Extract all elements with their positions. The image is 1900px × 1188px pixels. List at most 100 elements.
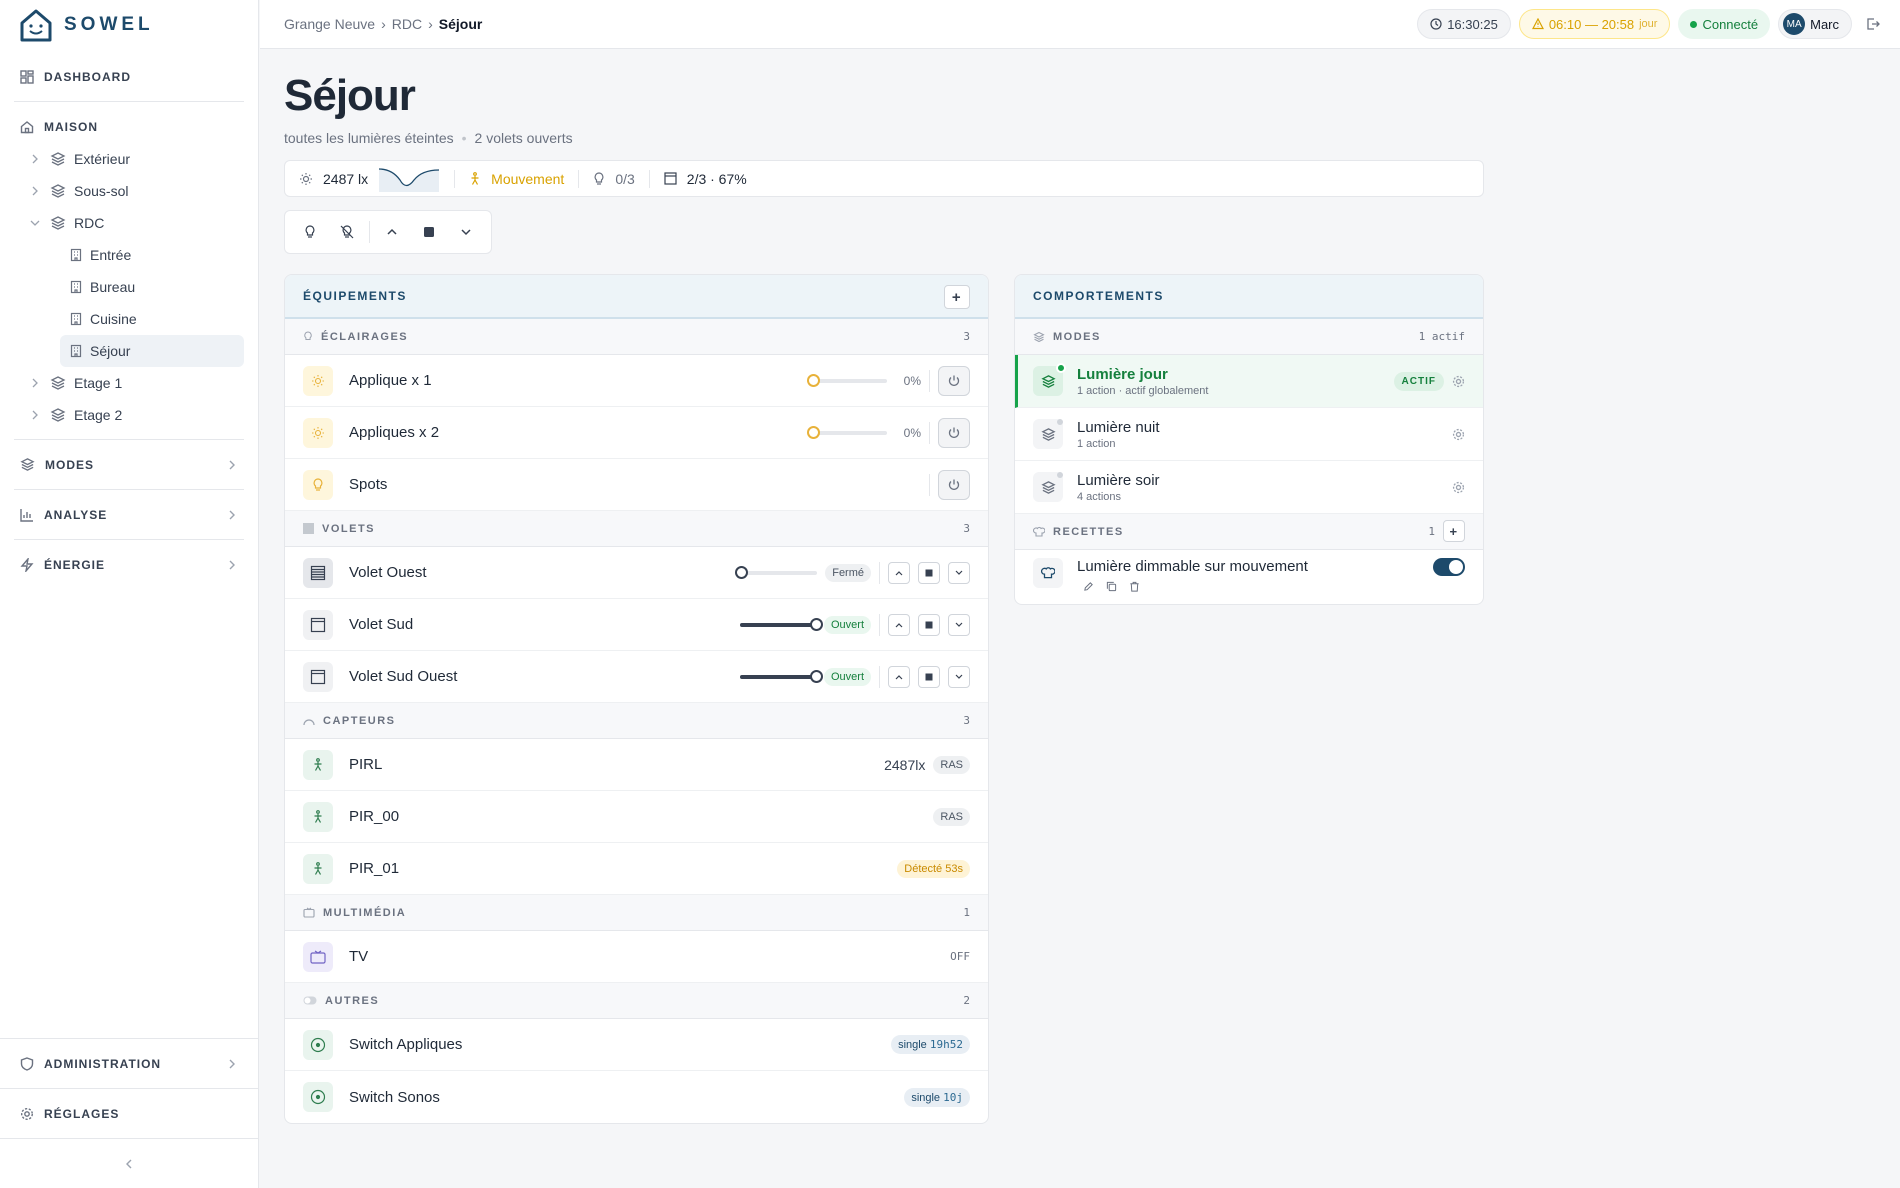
- sidebar-tree-item[interactable]: Séjour: [60, 335, 244, 367]
- add-equipment-button[interactable]: +: [944, 285, 970, 309]
- chevron-down-icon[interactable]: [28, 219, 42, 227]
- breadcrumb-item[interactable]: Grange Neuve: [284, 16, 375, 32]
- slider-knob[interactable]: [809, 669, 823, 683]
- chevron-right-icon[interactable]: [28, 154, 42, 164]
- light-row[interactable]: Applique x 1 0%: [285, 355, 988, 407]
- trash-icon[interactable]: [1129, 581, 1140, 592]
- logout-icon[interactable]: [1866, 17, 1880, 31]
- switch-icon: [303, 1029, 333, 1060]
- sidebar-tree-item[interactable]: Sous-sol: [14, 175, 244, 207]
- last-action: single: [898, 1039, 927, 1051]
- recipe-name: Lumière dimmable sur mouvement: [1077, 558, 1308, 575]
- shutter-stop-button[interactable]: [918, 613, 940, 636]
- dot-separator: •: [461, 130, 467, 146]
- chevron-right-icon[interactable]: [28, 410, 42, 420]
- sensor-row[interactable]: PIRL 2487lx RAS: [285, 739, 988, 791]
- category-multimedia: MULTIMÉDIA 1: [285, 895, 988, 931]
- sidebar-tree-item[interactable]: Etage 1: [14, 367, 244, 399]
- all-lights-off-button[interactable]: [332, 217, 361, 247]
- shutter-slider[interactable]: [735, 565, 818, 579]
- chevron-right-icon[interactable]: [28, 186, 42, 196]
- layers-icon: [50, 407, 66, 423]
- nav-modes-label: MODES: [45, 457, 95, 472]
- tv-icon: [303, 941, 333, 972]
- category-count: 3: [963, 714, 970, 727]
- shutter-up-button[interactable]: [888, 561, 910, 584]
- shutter-down-button[interactable]: [948, 665, 970, 688]
- recipe-toggle[interactable]: [1433, 558, 1465, 576]
- last-action-badge: single 10j: [904, 1087, 970, 1107]
- slider-knob[interactable]: [807, 373, 820, 387]
- light-row[interactable]: Spots: [285, 459, 988, 511]
- slider-knob[interactable]: [735, 565, 749, 579]
- recipe-row[interactable]: Lumière dimmable sur mouvement: [1015, 550, 1483, 604]
- add-recipe-button[interactable]: +: [1443, 520, 1465, 542]
- sidebar-tree-item[interactable]: Cuisine: [60, 303, 244, 335]
- clock-icon: [1430, 18, 1442, 30]
- all-lights-on-button[interactable]: [295, 217, 324, 247]
- chef-hat-icon: [1033, 558, 1063, 588]
- power-button[interactable]: [938, 417, 970, 448]
- shutter-slider[interactable]: [739, 669, 823, 683]
- shutter-stop-button[interactable]: [918, 665, 940, 688]
- sensor-row[interactable]: PIR_01 Détecté 53s: [285, 843, 988, 895]
- slider-knob[interactable]: [807, 425, 820, 439]
- sidebar-tree-item[interactable]: RDC: [14, 207, 244, 239]
- switch-row[interactable]: Switch Sonos single 10j: [285, 1071, 988, 1123]
- shutter-down-button[interactable]: [948, 561, 970, 584]
- shutters-stat: 2/3 · 67%: [686, 170, 747, 187]
- device-name: TV: [349, 948, 369, 965]
- shutter-up-button[interactable]: [888, 613, 910, 636]
- brand-logo[interactable]: SOWEL: [18, 5, 154, 45]
- switch-row[interactable]: Switch Appliques single 19h52: [285, 1019, 988, 1071]
- sidebar-tree-item[interactable]: Bureau: [60, 271, 244, 303]
- power-button[interactable]: [938, 469, 970, 500]
- shutter-row[interactable]: Volet Ouest Fermé: [285, 547, 988, 599]
- status-badge: Ouvert: [823, 667, 871, 686]
- nav-energie[interactable]: ÉNERGIE: [14, 548, 244, 581]
- gear-icon[interactable]: [1452, 481, 1465, 494]
- sidebar-tree-item[interactable]: Extérieur: [14, 143, 244, 175]
- slider-knob[interactable]: [809, 617, 823, 631]
- mode-row[interactable]: Lumière nuit 1 action: [1015, 408, 1483, 461]
- nav-administration[interactable]: ADMINISTRATION: [14, 1047, 244, 1080]
- motion-icon: [303, 749, 333, 780]
- user-menu[interactable]: MA Marc: [1778, 9, 1852, 39]
- sidebar-tree-item[interactable]: Etage 2: [14, 399, 244, 431]
- all-shutters-down-button[interactable]: [452, 217, 481, 247]
- nav-modes[interactable]: MODES: [14, 448, 244, 481]
- shutter-stop-button[interactable]: [918, 561, 940, 584]
- breadcrumb-item[interactable]: RDC: [392, 16, 422, 32]
- all-shutters-stop-button[interactable]: [415, 217, 444, 247]
- shutter-row[interactable]: Volet Sud Ouvert: [285, 599, 988, 651]
- all-shutters-up-button[interactable]: [378, 217, 407, 247]
- shutter-slider[interactable]: [739, 617, 823, 631]
- mode-row[interactable]: Lumière soir 4 actions: [1015, 461, 1483, 514]
- mode-row[interactable]: Lumière jour 1 action · actif globalemen…: [1015, 355, 1483, 408]
- light-row[interactable]: Appliques x 2 0%: [285, 407, 988, 459]
- dimmer-slider[interactable]: [807, 373, 887, 387]
- gear-icon[interactable]: [1452, 375, 1465, 388]
- device-name: Appliques x 2: [349, 424, 440, 441]
- shutter-up-button[interactable]: [888, 665, 910, 688]
- edit-icon[interactable]: [1083, 581, 1094, 592]
- nav-dashboard[interactable]: DASHBOARD: [14, 60, 244, 93]
- copy-icon[interactable]: [1106, 581, 1117, 592]
- status-badge: Ouvert: [823, 615, 871, 634]
- collapse-sidebar-button[interactable]: [0, 1138, 258, 1188]
- dimmer-slider[interactable]: [807, 425, 887, 439]
- sidebar-tree-item[interactable]: Entrée: [60, 239, 244, 271]
- gear-icon[interactable]: [1452, 428, 1465, 441]
- power-button[interactable]: [938, 365, 970, 396]
- shutter-down-button[interactable]: [948, 613, 970, 636]
- nav-analyse[interactable]: ANALYSE: [14, 498, 244, 531]
- bolt-icon: [20, 557, 34, 572]
- tree-item-label: Bureau: [90, 279, 136, 295]
- media-row[interactable]: TV OFF: [285, 931, 988, 983]
- chevron-right-icon[interactable]: [28, 378, 42, 388]
- nav-maison[interactable]: MAISON: [14, 110, 244, 143]
- chevron-right-icon: [228, 460, 236, 470]
- nav-reglages[interactable]: RÉGLAGES: [14, 1097, 244, 1130]
- sensor-row[interactable]: PIR_00 RAS: [285, 791, 988, 843]
- shutter-row[interactable]: Volet Sud Ouest Ouvert: [285, 651, 988, 703]
